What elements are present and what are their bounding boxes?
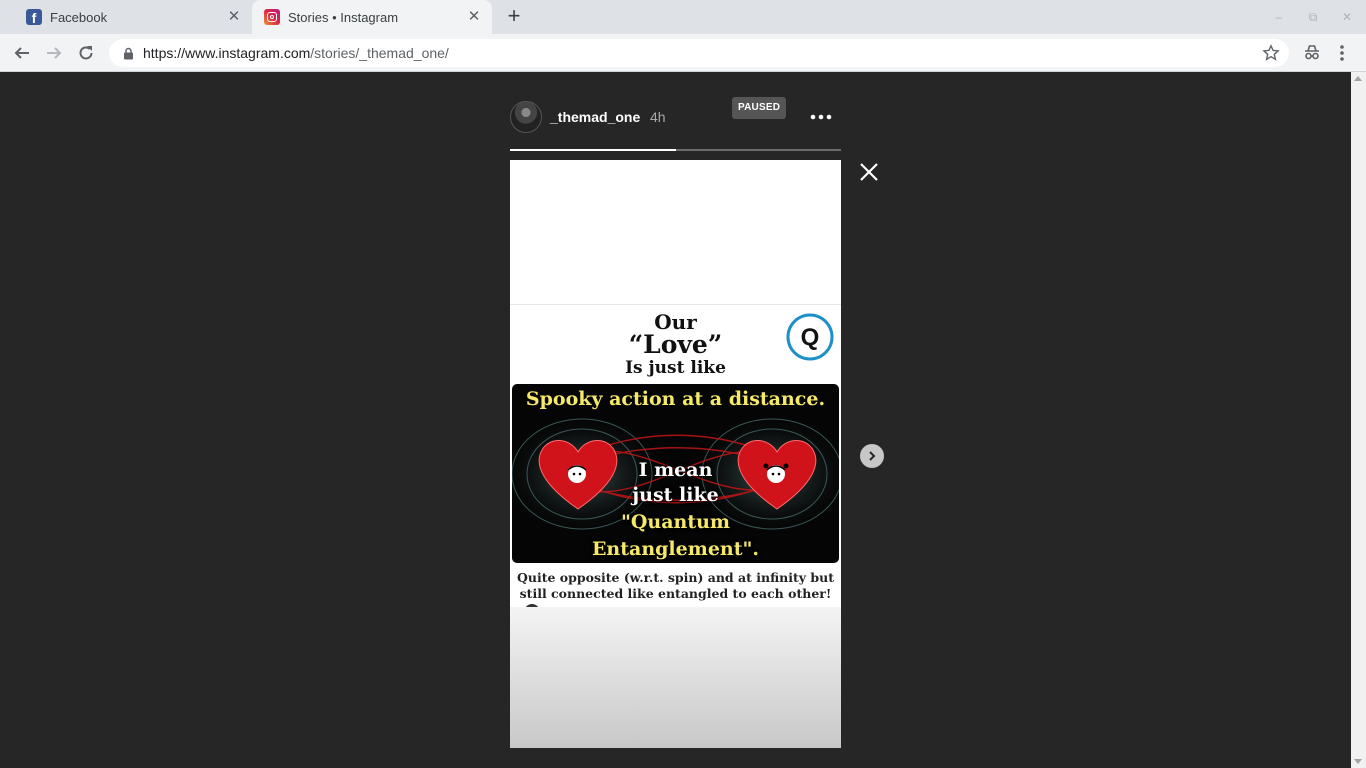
story-media[interactable]: Our “Love” Is just like Q Spooky action … bbox=[510, 160, 841, 748]
tab-instagram-stories[interactable]: Stories • Instagram ✕ bbox=[252, 0, 492, 34]
browser-toolbar: https://www.instagram.com/stories/_thema… bbox=[0, 34, 1366, 72]
address-bar[interactable]: https://www.instagram.com/stories/_thema… bbox=[109, 39, 1289, 67]
forward-button[interactable] bbox=[42, 41, 66, 65]
story-progress-bar bbox=[510, 149, 841, 151]
tab-facebook[interactable]: f Facebook ✕ bbox=[14, 0, 252, 34]
story-username[interactable]: _themad_one bbox=[550, 109, 640, 125]
arrow-left-icon bbox=[14, 47, 29, 59]
caption-line-1: Quite opposite (w.r.t. spin) and at infi… bbox=[517, 570, 834, 585]
scroll-down-arrow-icon[interactable] bbox=[1354, 759, 1362, 764]
next-story-button[interactable] bbox=[860, 444, 884, 468]
url-text: https://www.instagram.com/stories/_thema… bbox=[143, 45, 449, 61]
poster-line-1: I mean bbox=[638, 459, 713, 481]
incognito-extension-icon[interactable] bbox=[1302, 42, 1322, 62]
story-timestamp: 4h bbox=[650, 109, 666, 125]
minimize-button[interactable]: – bbox=[1268, 8, 1290, 26]
restore-button[interactable]: ⧉ bbox=[1302, 8, 1324, 26]
url-host: https://www.instagram.com bbox=[143, 45, 311, 61]
poster-title: Spooky action at a distance. bbox=[525, 388, 826, 410]
url-path: /stories/_themad_one/ bbox=[310, 45, 449, 61]
story-bottom-gradient bbox=[510, 607, 841, 748]
back-button[interactable] bbox=[10, 41, 34, 65]
q-logo: Q bbox=[786, 313, 834, 361]
kebab-menu-icon[interactable] bbox=[1334, 42, 1350, 64]
arrow-right-icon bbox=[47, 47, 62, 59]
new-tab-button[interactable]: + bbox=[503, 5, 525, 28]
poster-line-2: just like bbox=[632, 484, 719, 506]
scroll-up-arrow-icon[interactable] bbox=[1354, 76, 1362, 81]
close-tab-icon[interactable]: ✕ bbox=[466, 9, 482, 25]
q-logo-letter: Q bbox=[801, 324, 820, 351]
lock-icon[interactable] bbox=[121, 46, 135, 60]
more-options-icon[interactable] bbox=[808, 107, 834, 127]
chevron-right-icon bbox=[869, 451, 876, 461]
tab-strip: f Facebook ✕ Stories • Instagram ✕ + – ⧉… bbox=[0, 0, 1366, 34]
instagram-icon bbox=[264, 9, 280, 25]
close-story-icon[interactable] bbox=[857, 160, 881, 184]
close-window-button[interactable]: ✕ bbox=[1336, 8, 1358, 26]
caption-line-2: still connected like entangled to each o… bbox=[519, 586, 832, 601]
facebook-icon: f bbox=[26, 9, 42, 26]
story-blank-area bbox=[510, 160, 841, 305]
paused-badge: PAUSED bbox=[732, 97, 787, 119]
poster-line-4: Entanglement". bbox=[591, 538, 760, 560]
quantum-poster: Spooky action at a distance. I mean just… bbox=[512, 384, 839, 563]
tab-title: Facebook bbox=[50, 9, 108, 25]
close-tab-icon[interactable]: ✕ bbox=[226, 9, 242, 25]
page-scrollbar[interactable] bbox=[1351, 72, 1366, 768]
tab-title: Stories • Instagram bbox=[288, 9, 399, 25]
story-heading-just-like: Is just like bbox=[625, 358, 726, 378]
poster-line-3: "Quantum bbox=[620, 511, 731, 533]
reload-button[interactable] bbox=[74, 41, 98, 65]
avatar[interactable] bbox=[510, 101, 542, 133]
story-header: _themad_one 4h PAUSED bbox=[510, 97, 841, 133]
story-caption: Quite opposite (w.r.t. spin) and at infi… bbox=[510, 570, 841, 602]
bookmark-star-icon[interactable] bbox=[1262, 44, 1280, 62]
story-progress-fill bbox=[510, 149, 676, 151]
reload-icon bbox=[79, 46, 93, 60]
